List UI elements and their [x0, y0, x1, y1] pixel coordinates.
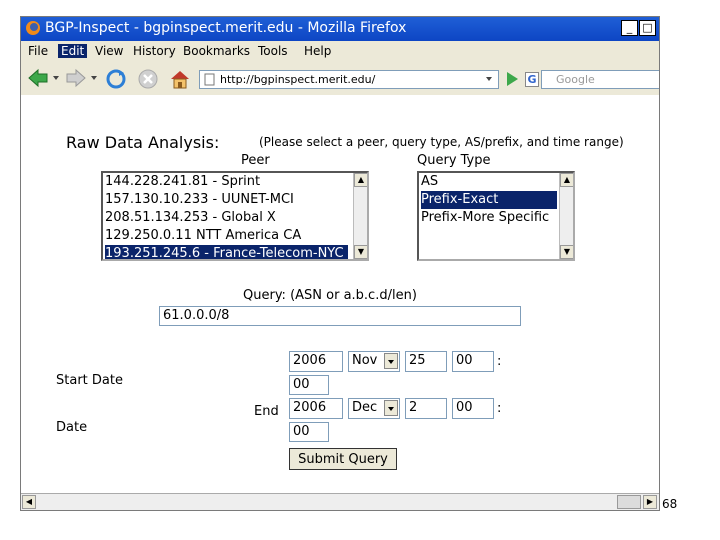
home-icon[interactable] [169, 68, 191, 90]
start-hour-input[interactable]: 00 [452, 351, 494, 372]
end-day-input[interactable]: 2 [405, 398, 447, 419]
firefox-icon [26, 21, 40, 35]
end-time-separator: : [497, 401, 502, 416]
url-dropdown-icon[interactable] [486, 77, 492, 81]
instruction-text: (Please select a peer, query type, AS/pr… [259, 135, 624, 149]
start-month-value: Nov [352, 353, 378, 368]
reload-icon[interactable] [105, 68, 127, 90]
scroll-up-icon[interactable]: ▲ [354, 173, 367, 187]
search-box[interactable]: Google [541, 70, 659, 89]
end-month-value: Dec [352, 400, 378, 415]
minimize-button[interactable]: _ [621, 20, 638, 36]
end-minute-input[interactable]: 00 [289, 422, 329, 442]
submit-query-button[interactable]: Submit Query [289, 448, 397, 470]
menu-file[interactable]: File [28, 44, 48, 58]
start-date-label: Start Date [56, 373, 123, 388]
end-date-label: Date [56, 420, 88, 435]
end-month-select[interactable]: Dec [348, 398, 400, 419]
query-input[interactable]: 61.0.0.0/8 [159, 306, 521, 326]
navigation-toolbar: http://bgpinspect.merit.edu/ G Google [21, 63, 659, 96]
query-type-option[interactable]: Prefix-More Specific [421, 209, 553, 227]
start-day-input[interactable]: 25 [405, 351, 447, 372]
search-engine-icon[interactable]: G [525, 72, 539, 87]
peer-option[interactable]: 129.250.0.11 NTT America CA [105, 227, 305, 245]
url-bar[interactable]: http://bgpinspect.merit.edu/ [199, 70, 499, 89]
title-bar: BGP-Inspect - bgpinspect.merit.edu - Moz… [21, 17, 659, 41]
query-type-option[interactable]: AS [421, 173, 442, 191]
peer-option[interactable]: 208.51.134.253 - Global X [105, 209, 280, 227]
peer-label: Peer [241, 153, 270, 168]
end-year-input[interactable]: 2006 [289, 398, 343, 419]
scroll-left-icon[interactable]: ◀ [22, 495, 36, 509]
forward-icon[interactable] [65, 68, 87, 88]
peer-option-selected[interactable]: 193.251.245.6 - France-Telecom-NYC [105, 245, 348, 259]
maximize-button[interactable]: □ [639, 20, 656, 36]
horizontal-scrollbar[interactable]: ◀ ▶ [21, 493, 659, 510]
page-icon [204, 73, 215, 86]
peer-option[interactable]: 157.130.10.233 - UUNET-MCI [105, 191, 298, 209]
stop-icon[interactable] [137, 68, 159, 90]
browser-window: BGP-Inspect - bgpinspect.merit.edu - Moz… [20, 16, 660, 511]
peer-option[interactable]: 144.228.241.81 - Sprint [105, 173, 264, 191]
menu-bar: File Edit View History Bookmarks Tools H… [21, 41, 659, 63]
back-icon[interactable] [27, 68, 49, 88]
start-minute-input[interactable]: 00 [289, 375, 329, 395]
end-month-dropdown-icon[interactable] [384, 400, 398, 416]
back-history-dropdown-icon[interactable] [53, 76, 59, 80]
menu-history[interactable]: History [133, 44, 176, 58]
peer-scrollbar[interactable]: ▲ ▼ [353, 173, 367, 259]
window-title: BGP-Inspect - bgpinspect.merit.edu - Moz… [45, 20, 407, 36]
go-icon[interactable] [505, 71, 519, 87]
page-heading: Raw Data Analysis: [66, 133, 220, 152]
scroll-up-icon[interactable]: ▲ [560, 173, 573, 187]
end-hour-input[interactable]: 00 [452, 398, 494, 419]
scroll-right-icon[interactable]: ▶ [643, 495, 657, 509]
menu-bookmarks[interactable]: Bookmarks [183, 44, 250, 58]
menu-view[interactable]: View [95, 44, 123, 58]
query-label: Query: (ASN or a.b.c.d/len) [243, 288, 417, 303]
query-type-option-selected[interactable]: Prefix-Exact [421, 191, 557, 209]
slide-page-number: 68 [662, 497, 678, 511]
query-type-label: Query Type [417, 153, 491, 168]
scroll-down-icon[interactable]: ▼ [560, 245, 573, 259]
start-month-select[interactable]: Nov [348, 351, 400, 372]
scroll-thumb[interactable] [617, 495, 641, 509]
forward-history-dropdown-icon[interactable] [91, 76, 97, 80]
menu-edit[interactable]: Edit [58, 44, 88, 58]
query-type-scrollbar[interactable]: ▲ ▼ [559, 173, 573, 259]
menu-tools[interactable]: Tools [258, 44, 288, 58]
url-text: http://bgpinspect.merit.edu/ [220, 73, 376, 86]
peer-listbox[interactable]: 144.228.241.81 - Sprint 157.130.10.233 -… [101, 171, 369, 261]
scroll-down-icon[interactable]: ▼ [354, 245, 367, 259]
start-year-input[interactable]: 2006 [289, 351, 343, 372]
start-time-separator: : [497, 354, 502, 369]
end-label: End [254, 404, 279, 419]
search-placeholder: Google [556, 73, 595, 86]
query-type-listbox[interactable]: AS Prefix-Exact Prefix-More Specific ▲ ▼ [417, 171, 575, 261]
start-month-dropdown-icon[interactable] [384, 353, 398, 369]
page-content: Raw Data Analysis: (Please select a peer… [21, 95, 659, 493]
menu-help[interactable]: Help [304, 44, 331, 58]
